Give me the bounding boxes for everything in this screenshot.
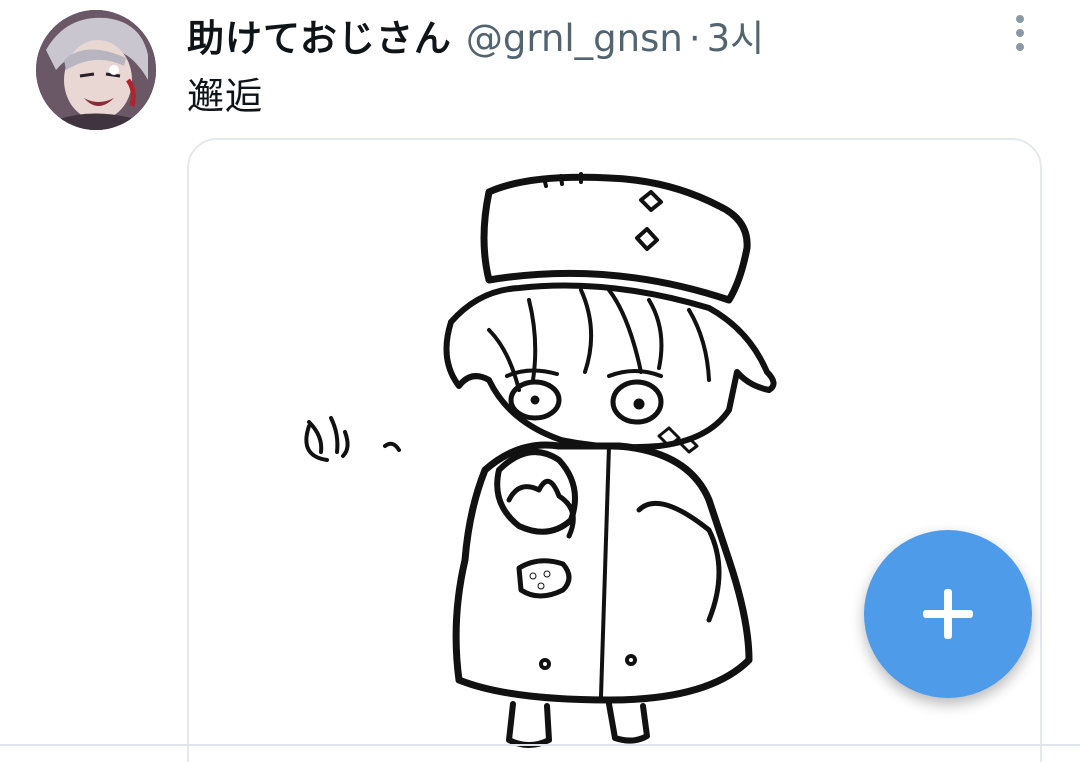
plus-icon [923,589,973,639]
more-vertical-icon-dot [1016,43,1024,51]
tweet-page: 助けておじさん @grnl_gnsn · 3시 邂逅 [0,0,1080,762]
more-vertical-icon [1016,15,1024,23]
avatar-image [36,10,156,130]
display-name[interactable]: 助けておじさん [187,8,452,62]
user-avatar[interactable] [36,10,156,130]
tweet-timestamp[interactable]: 3시 [707,8,765,62]
tweet-text: 邂逅 [187,75,263,118]
user-handle[interactable]: @grnl_gnsn [466,17,683,60]
separator-dot: · [688,17,701,60]
more-vertical-icon-dot [1016,29,1024,37]
compose-tweet-button[interactable] [864,530,1032,698]
bottom-divider [0,744,1080,746]
more-options-button[interactable] [1002,10,1038,56]
tweet-header: 助けておじさん @grnl_gnsn · 3시 [187,8,764,60]
